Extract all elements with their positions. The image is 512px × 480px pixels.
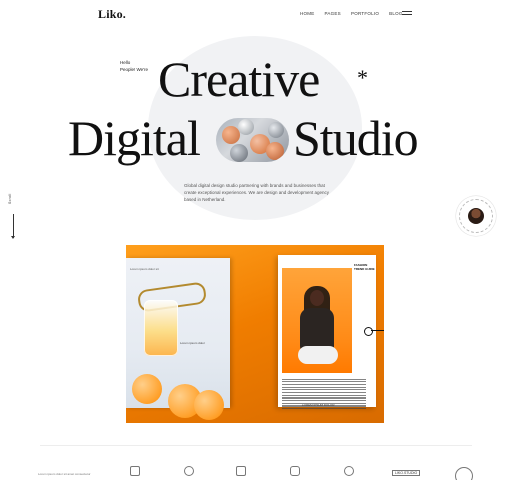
hero-greeting: Hello People! We're (120, 60, 148, 73)
hero-title-line-2-right: Studio (293, 110, 419, 166)
brand-logo-text: LIKO.STUDIO (392, 470, 421, 476)
divider (40, 445, 472, 446)
brand-logo-2-icon (184, 466, 194, 476)
sphere-icon (230, 144, 248, 162)
hero-description: Global digital design studio partnering … (184, 183, 330, 202)
brand-logo-1-icon (130, 466, 140, 476)
sphere-icon (266, 142, 284, 160)
nav-blog[interactable]: BLOG (389, 11, 403, 16)
drink-glass-icon (144, 300, 178, 356)
magazine-hero-image: Lorem ipsum dolor sit Lorem ipsum dolor … (126, 245, 384, 423)
orange-icon (132, 374, 162, 404)
callout-line (371, 330, 384, 331)
magazine-right-header: FASHION TREND GUIDE (354, 263, 375, 271)
asterisk-icon: * (357, 65, 368, 90)
brand-logo-4-icon (290, 466, 300, 476)
magazine-right-footer: LOREM IPSUM DOLOR (302, 403, 335, 407)
hero-greeting-line-2: People! We're (120, 66, 149, 72)
scroll-label: Scroll (8, 193, 12, 204)
main-nav: HOME PAGES PORTFOLIO BLOG (300, 11, 403, 16)
avatar-icon (468, 208, 484, 224)
nav-portfolio[interactable]: PORTFOLIO (351, 11, 379, 16)
arrow-down-icon[interactable] (11, 236, 15, 239)
nav-pages[interactable]: PAGES (325, 11, 341, 16)
sphere-icon (268, 122, 284, 138)
person-head (310, 290, 324, 306)
hero-spheres-image (216, 118, 289, 162)
hero-title-line-1: Creative (158, 51, 320, 107)
rotating-badge[interactable] (456, 196, 496, 236)
magazine-right-page: FASHION TREND GUIDE LOREM IPSUM DOLOR (278, 255, 376, 410)
magazine-left-mid-text: Lorem ipsum dolor (180, 341, 205, 345)
bottom-left-text: Lorem ipsum dolor sit amet consectetur (38, 472, 91, 476)
brand-logo-5-icon (344, 466, 354, 476)
hamburger-icon[interactable] (402, 11, 412, 16)
portrait-photo (282, 268, 352, 373)
magazine-left-page: Lorem ipsum dolor sit Lorem ipsum dolor … (126, 258, 230, 420)
person-pants (298, 346, 338, 364)
brand-circle-icon (455, 467, 473, 480)
scroll-line (13, 214, 14, 238)
orange-icon (194, 390, 224, 420)
sphere-icon (238, 119, 254, 135)
magazine-left-title: Lorem ipsum dolor sit (130, 267, 159, 271)
logo[interactable]: Liko. (98, 7, 126, 22)
brand-logo-3-icon (236, 466, 246, 476)
callout-dot-icon (364, 327, 373, 336)
hero-title-line-2-left: Digital (68, 110, 201, 166)
page: Liko. HOME PAGES PORTFOLIO BLOG Hello Pe… (0, 0, 512, 480)
nav-home[interactable]: HOME (300, 11, 315, 16)
